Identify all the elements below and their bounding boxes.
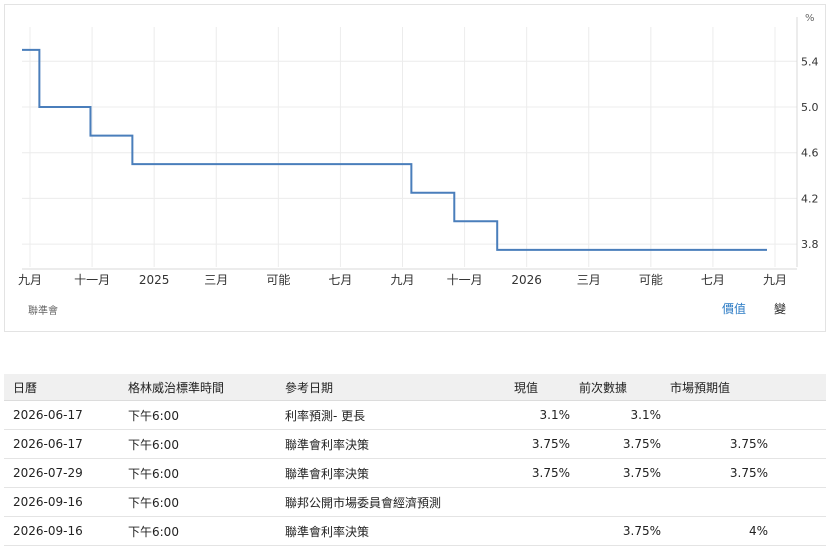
x-tick-label: 九月: [763, 273, 787, 287]
unit-label: %: [805, 13, 815, 24]
cell-consensus: 3.75%: [661, 458, 768, 488]
x-tick-label: 可能: [639, 273, 663, 287]
cell-actual: [505, 487, 570, 517]
header-actual[interactable]: 現值: [505, 374, 570, 401]
cell-date: 2026-06-17: [4, 400, 119, 430]
table-row[interactable]: 2026-06-17 下午6:00 利率預測- 更長 3.1% 3.1%: [4, 400, 826, 430]
rate-series-line: [22, 48, 767, 251]
cell-previous: 3.75%: [570, 458, 661, 488]
x-tick-label: 七月: [701, 273, 725, 287]
x-tick-label: 九月: [390, 273, 414, 287]
cell-previous: 3.75%: [570, 429, 661, 459]
x-tick-label: 九月: [18, 273, 42, 287]
chart-container: 九月 十一月 2025 三月 可能 七月 九月 十一月 2026 三月 可能 七月 九月 5.4 5.0 4.…: [4, 4, 826, 332]
legend-change-toggle[interactable]: 變: [774, 300, 786, 317]
cell-date: 2026-06-17: [4, 429, 119, 459]
cell-date: 2026-09-16: [4, 516, 119, 546]
header-consensus[interactable]: 市場預期值: [661, 374, 768, 401]
header-date[interactable]: 日曆: [4, 374, 119, 401]
calendar-header-row: 日曆 格林威治標準時間 參考日期 現值 前次數據 市場預期值: [4, 374, 826, 401]
source-label: 聯準會: [28, 306, 58, 317]
cell-spacer: [768, 458, 826, 488]
cell-time: 下午6:00: [119, 458, 276, 488]
table-row[interactable]: 2026-09-16 下午6:00 聯準會利率決策 3.75% 4%: [4, 516, 826, 546]
y-tick-label: 3.8: [801, 238, 819, 251]
cell-consensus: [661, 487, 768, 517]
y-tick-label: 4.2: [801, 192, 819, 205]
calendar-table: 日曆 格林威治標準時間 參考日期 現值 前次數據 市場預期值 2026-06-1…: [4, 374, 826, 546]
cell-actual: 3.75%: [505, 458, 570, 488]
x-tick-label: 可能: [266, 273, 290, 287]
cell-event: 利率預測- 更長: [276, 400, 505, 430]
cell-spacer: [768, 400, 826, 430]
header-previous[interactable]: 前次數據: [570, 374, 661, 401]
cell-time: 下午6:00: [119, 516, 276, 546]
cell-event: 聯準會利率決策: [276, 458, 505, 488]
table-row[interactable]: 2026-06-17 下午6:00 聯準會利率決策 3.75% 3.75% 3.75%: [4, 429, 826, 459]
y-tick-label: 4.6: [801, 147, 819, 160]
cell-date: 2026-07-29: [4, 458, 119, 488]
cell-actual: [505, 516, 570, 546]
header-reference[interactable]: 參考日期: [276, 374, 505, 401]
cell-time: 下午6:00: [119, 429, 276, 459]
cell-consensus: [661, 400, 768, 430]
cell-spacer: [768, 516, 826, 546]
cell-time: 下午6:00: [119, 400, 276, 430]
header-spacer: [768, 374, 826, 401]
cell-consensus: 4%: [661, 516, 768, 546]
x-tick-label: 十一月: [447, 273, 483, 287]
x-tick-label: 三月: [204, 273, 228, 287]
table-row[interactable]: 2026-07-29 下午6:00 聯準會利率決策 3.75% 3.75% 3.75%: [4, 458, 826, 488]
legend-value-toggle[interactable]: 價值: [722, 300, 746, 317]
y-tick-label: 5.0: [801, 101, 819, 114]
x-tick-label: 七月: [328, 273, 352, 287]
x-tick-label: 十一月: [74, 273, 110, 287]
header-time[interactable]: 格林威治標準時間: [119, 374, 276, 401]
cell-actual: 3.75%: [505, 429, 570, 459]
rate-chart: 九月 十一月 2025 三月 可能 七月 九月 十一月 2026 三月 可能 七月 九月 5.4 5.0 4.…: [18, 13, 819, 287]
x-tick-label: 三月: [577, 273, 601, 287]
cell-date: 2026-09-16: [4, 487, 119, 517]
calendar-body: 2026-06-17 下午6:00 利率預測- 更長 3.1% 3.1% 2026-06-…: [4, 400, 826, 546]
cell-spacer: [768, 487, 826, 517]
cell-consensus: 3.75%: [661, 429, 768, 459]
y-tick-label: 5.4: [801, 55, 819, 68]
x-tick-label: 2026: [511, 273, 542, 287]
cell-previous: 3.75%: [570, 516, 661, 546]
cell-actual: 3.1%: [505, 400, 570, 430]
cell-time: 下午6:00: [119, 487, 276, 517]
cell-spacer: [768, 429, 826, 459]
cell-previous: 3.1%: [570, 400, 661, 430]
cell-event: 聯準會利率決策: [276, 429, 505, 459]
cell-event: 聯準會利率決策: [276, 516, 505, 546]
cell-previous: [570, 487, 661, 517]
cell-event: 聯邦公開市場委員會經濟預測: [276, 487, 505, 517]
x-tick-label: 2025: [139, 273, 170, 287]
table-row[interactable]: 2026-09-16 下午6:00 聯邦公開市場委員會經濟預測: [4, 487, 826, 517]
